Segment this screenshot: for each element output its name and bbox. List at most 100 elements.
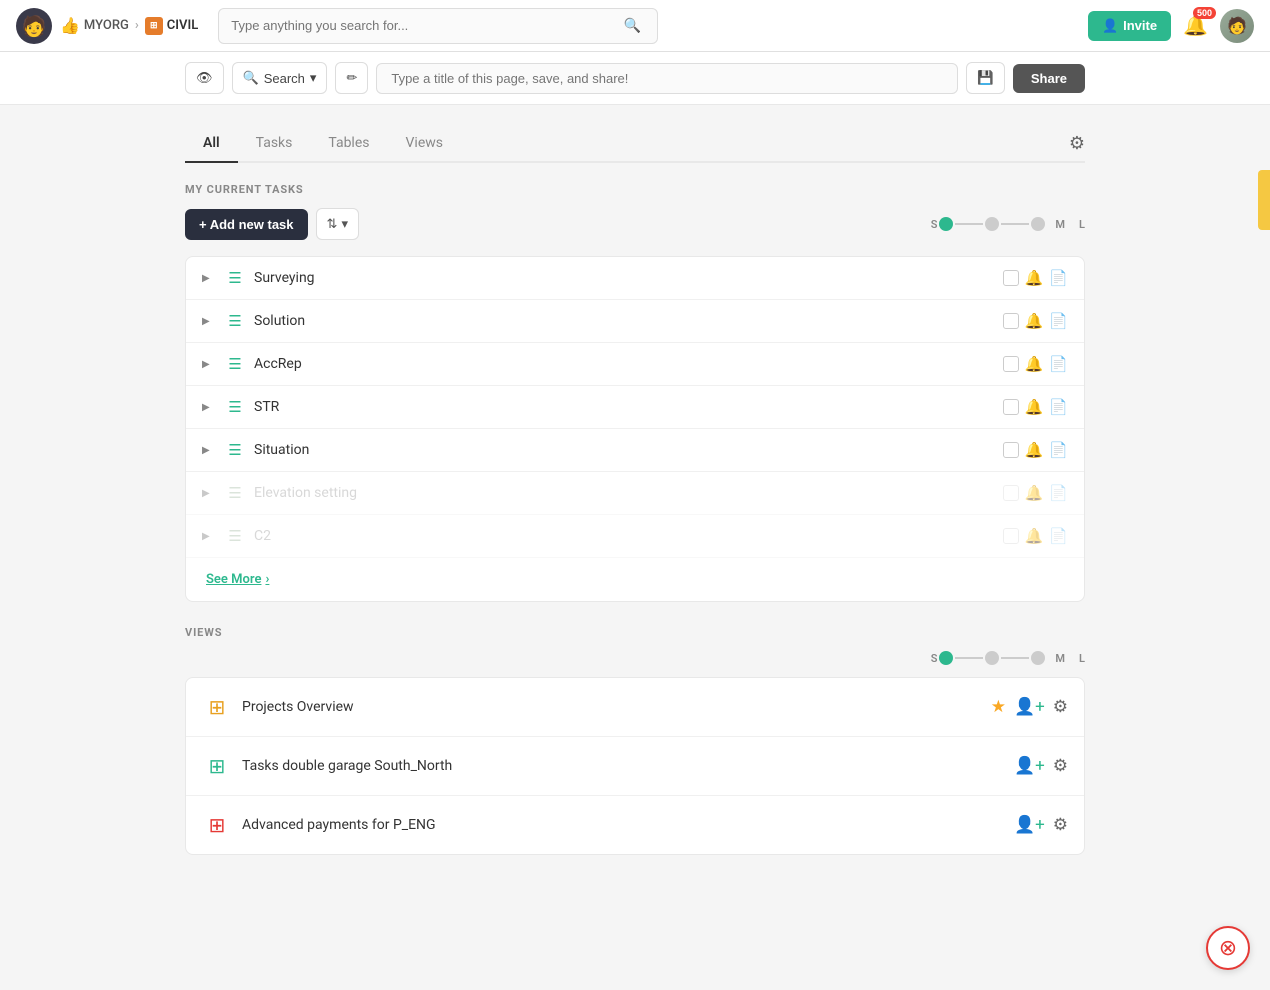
- main-content: All Tasks Tables Views ⚙ MY CURRENT TASK…: [0, 105, 1270, 875]
- size-dot-l[interactable]: [1031, 217, 1045, 231]
- task-doc-icon[interactable]: 📄: [1049, 312, 1068, 330]
- edit-button[interactable]: ✏: [335, 62, 368, 94]
- notification-button[interactable]: 🔔 500: [1179, 9, 1212, 42]
- views-size-m-label: M: [1055, 652, 1065, 665]
- task-doc-icon[interactable]: 📄: [1049, 484, 1068, 502]
- search-dropdown-button[interactable]: 🔍 Search ▾: [232, 62, 328, 94]
- view-row-actions: 👤+ ⚙: [1014, 815, 1068, 835]
- breadcrumb-org[interactable]: 👍 MYORG: [60, 16, 129, 35]
- views-size-line-sm: [955, 657, 983, 659]
- task-doc-icon[interactable]: 📄: [1049, 527, 1068, 545]
- task-checkbox[interactable]: [1003, 528, 1019, 544]
- task-pin-icon[interactable]: 🔔: [1025, 269, 1044, 287]
- expand-arrow-icon[interactable]: ▶: [202, 359, 216, 370]
- view-icon-tasks: ⊞: [202, 751, 232, 781]
- task-doc-icon[interactable]: 📄: [1049, 441, 1068, 459]
- see-more-label: See More: [206, 572, 261, 587]
- expand-arrow-icon[interactable]: ▶: [202, 402, 216, 413]
- expand-arrow-icon[interactable]: ▶: [202, 531, 216, 542]
- page-title-input[interactable]: [376, 63, 958, 94]
- global-search-bar[interactable]: 🔍: [218, 8, 658, 44]
- size-slider[interactable]: [939, 217, 1045, 231]
- people-plus-icon[interactable]: 👤+: [1014, 756, 1045, 776]
- task-pin-icon[interactable]: 🔔: [1025, 441, 1044, 459]
- add-task-button[interactable]: + Add new task: [185, 209, 308, 240]
- breadcrumb-project[interactable]: ⊞ CIVIL: [145, 17, 198, 35]
- search-icon: 🔍: [243, 70, 259, 86]
- list-item: ⊞ Tasks double garage South_North 👤+ ⚙: [186, 737, 1084, 796]
- task-pin-icon[interactable]: 🔔: [1025, 527, 1044, 545]
- task-row-actions: 🔔 📄: [1003, 441, 1068, 459]
- task-list-icon: ☰: [224, 312, 246, 330]
- task-list-icon: ☰: [224, 355, 246, 373]
- size-l-label: L: [1079, 218, 1085, 231]
- expand-arrow-icon[interactable]: ▶: [202, 445, 216, 456]
- task-pin-icon[interactable]: 🔔: [1025, 312, 1044, 330]
- preview-button[interactable]: 👁: [185, 62, 224, 94]
- sort-button[interactable]: ⇅ ▾: [316, 208, 359, 240]
- star-icon[interactable]: ★: [991, 697, 1006, 717]
- task-name: STR: [254, 399, 995, 415]
- task-pin-icon[interactable]: 🔔: [1025, 398, 1044, 416]
- invite-button[interactable]: 👤 Invite: [1088, 11, 1171, 41]
- views-size-dot-s[interactable]: [939, 651, 953, 665]
- table-row: ▶ ☰ Elevation setting 🔔 📄: [186, 472, 1084, 515]
- global-search-input[interactable]: [231, 18, 619, 33]
- save-button[interactable]: 💾: [966, 62, 1005, 94]
- view-icon-payments: ⊞: [202, 810, 232, 840]
- expand-arrow-icon[interactable]: ▶: [202, 273, 216, 284]
- see-more-link[interactable]: See More ›: [206, 572, 1064, 587]
- task-name: Situation: [254, 442, 995, 458]
- view-gear-icon[interactable]: ⚙: [1053, 756, 1068, 776]
- task-checkbox[interactable]: [1003, 399, 1019, 415]
- view-gear-icon[interactable]: ⚙: [1053, 815, 1068, 835]
- my-tasks-section-label: MY CURRENT TASKS: [185, 183, 1085, 196]
- global-search-icon[interactable]: 🔍: [620, 18, 645, 34]
- floating-error-button[interactable]: ⊗: [1206, 926, 1250, 970]
- share-button[interactable]: Share: [1013, 64, 1085, 93]
- task-pin-icon[interactable]: 🔔: [1025, 484, 1044, 502]
- size-dot-s[interactable]: [939, 217, 953, 231]
- view-icon-projects: ⊞: [202, 692, 232, 722]
- expand-arrow-icon[interactable]: ▶: [202, 316, 216, 327]
- views-size-line-ml: [1001, 657, 1029, 659]
- people-plus-icon[interactable]: 👤+: [1014, 697, 1045, 717]
- view-grid-icon: ⊞: [209, 754, 226, 778]
- view-gear-icon[interactable]: ⚙: [1053, 697, 1068, 717]
- view-name: Advanced payments for P_ENG: [242, 817, 1004, 833]
- task-doc-icon[interactable]: 📄: [1049, 269, 1068, 287]
- right-tab-indicator[interactable]: [1258, 170, 1270, 230]
- user-avatar-left[interactable]: 🧑: [16, 8, 52, 44]
- views-size-dot-m[interactable]: [985, 651, 999, 665]
- task-list-icon: ☰: [224, 527, 246, 545]
- people-plus-icon[interactable]: 👤+: [1014, 815, 1045, 835]
- task-pin-icon[interactable]: 🔔: [1025, 355, 1044, 373]
- project-icon: ⊞: [145, 17, 163, 35]
- task-checkbox[interactable]: [1003, 313, 1019, 329]
- task-checkbox[interactable]: [1003, 356, 1019, 372]
- expand-arrow-icon[interactable]: ▶: [202, 488, 216, 499]
- error-circle-icon: ⊗: [1219, 936, 1237, 961]
- views-size-dot-l[interactable]: [1031, 651, 1045, 665]
- toolbar: 👁 🔍 Search ▾ ✏ 💾 Share: [0, 52, 1270, 105]
- user-profile-avatar[interactable]: 🧑: [1220, 9, 1254, 43]
- task-doc-icon[interactable]: 📄: [1049, 355, 1068, 373]
- task-checkbox[interactable]: [1003, 270, 1019, 286]
- tab-all[interactable]: All: [185, 125, 238, 163]
- task-checkbox[interactable]: [1003, 442, 1019, 458]
- tab-tasks[interactable]: Tasks: [238, 125, 311, 163]
- size-dot-m[interactable]: [985, 217, 999, 231]
- share-label: Share: [1031, 71, 1067, 86]
- task-checkbox[interactable]: [1003, 485, 1019, 501]
- task-name: AccRep: [254, 356, 995, 372]
- tab-settings-gear[interactable]: ⚙: [1069, 133, 1085, 154]
- views-section: VIEWS S M L: [185, 626, 1085, 855]
- task-doc-icon[interactable]: 📄: [1049, 398, 1068, 416]
- tab-views[interactable]: Views: [388, 125, 462, 163]
- views-size-slider[interactable]: [939, 651, 1045, 665]
- tab-tables[interactable]: Tables: [310, 125, 387, 163]
- see-more-arrow: ›: [265, 572, 269, 587]
- views-list-card: ⊞ Projects Overview ★ 👤+ ⚙ ⊞ Tasks doubl…: [185, 677, 1085, 855]
- views-size-l-label: L: [1079, 652, 1085, 665]
- view-row-actions: 👤+ ⚙: [1014, 756, 1068, 776]
